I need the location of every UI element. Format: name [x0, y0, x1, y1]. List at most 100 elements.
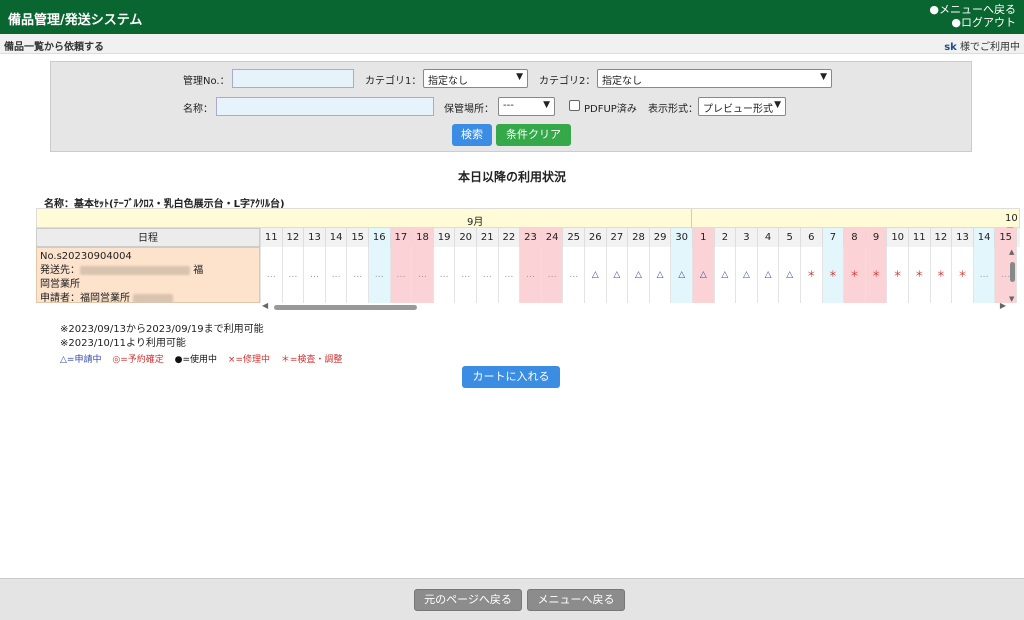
applicant-line: 申請者：福岡営業所 — [40, 292, 256, 303]
day-header-cell: 15 — [994, 228, 1016, 247]
add-to-cart-button[interactable]: カートに入れる — [462, 366, 560, 388]
vertical-scrollbar[interactable]: ▲ ▼ — [1008, 248, 1018, 303]
day-status-cell[interactable]: … — [346, 247, 368, 303]
mgmt-no-input[interactable] — [232, 69, 354, 88]
usage-calendar: 9月 10月 日程 111213141516171819202122232425… — [36, 208, 1020, 303]
day-status-cell[interactable]: … — [368, 247, 390, 303]
day-header-cell: 2 — [713, 228, 736, 247]
day-status-cell[interactable]: ＊ — [843, 247, 865, 303]
day-header-cell: 26 — [584, 228, 606, 247]
logout-link[interactable]: ●ログアウト — [929, 16, 1016, 29]
day-status-cell[interactable]: ＊ — [886, 247, 908, 303]
day-status-cell[interactable]: … — [281, 247, 304, 303]
day-status-cell[interactable]: … — [562, 247, 584, 303]
day-status-cell[interactable]: … — [476, 247, 498, 303]
month-divider — [691, 209, 692, 229]
day-status-cell[interactable]: △ — [584, 247, 606, 303]
day-status-cell[interactable]: ＊ — [951, 247, 973, 303]
day-status-cell[interactable]: ＊ — [821, 247, 844, 303]
display-format-select[interactable]: プレビュー形式 ▼ — [698, 97, 786, 116]
day-status-cell[interactable]: ＊ — [908, 247, 930, 303]
day-header-cell: 11 — [908, 228, 930, 247]
scroll-right-icon[interactable]: ▶ — [1000, 301, 1006, 310]
destination-line2: 岡営業所 — [40, 279, 80, 290]
horizontal-scrollbar[interactable]: ◀ ▶ — [260, 301, 1008, 312]
day-status-cell[interactable]: △ — [735, 247, 757, 303]
scroll-down-icon[interactable]: ▼ — [1009, 295, 1014, 303]
search-button[interactable]: 検索 — [452, 124, 492, 146]
pdfup-checkbox[interactable] — [569, 100, 580, 111]
category2-select[interactable]: 指定なし ▼ — [597, 69, 832, 88]
sub-header: 備品一覧から依頼する sk 様でご利用中 — [0, 34, 1024, 54]
day-status-cell[interactable]: △ — [778, 247, 800, 303]
day-header-cell: 7 — [821, 228, 844, 247]
scroll-left-icon[interactable]: ◀ — [262, 301, 268, 310]
day-header-cell: 27 — [605, 228, 628, 247]
day-status-cell[interactable]: △ — [713, 247, 736, 303]
day-status-cell[interactable]: … — [411, 247, 433, 303]
name-input[interactable] — [216, 97, 434, 116]
day-header-cell: 8 — [843, 228, 865, 247]
day-status-cell[interactable]: … — [432, 247, 455, 303]
day-header-cell: 24 — [540, 228, 563, 247]
day-header-cell: 19 — [432, 228, 455, 247]
item-number: No.s20230904004 — [40, 251, 132, 262]
redacted-text — [80, 265, 190, 275]
day-status-cell[interactable]: ＊ — [864, 247, 887, 303]
day-status-cell[interactable]: … — [519, 247, 541, 303]
day-header-cell: 15 — [346, 228, 368, 247]
scroll-thumb[interactable] — [1010, 262, 1015, 282]
day-status-cell[interactable]: △ — [670, 247, 692, 303]
day-status-cell[interactable]: … — [497, 247, 520, 303]
day-status-cell[interactable]: △ — [692, 247, 714, 303]
day-status-cell[interactable]: ＊ — [800, 247, 822, 303]
search-panel: 管理No.： カテゴリ1： 指定なし ▼ カテゴリ2： 指定なし ▼ 名称： 保… — [50, 61, 972, 152]
chevron-down-icon: ▼ — [516, 72, 523, 82]
day-header-cell: 30 — [670, 228, 692, 247]
day-status-cell[interactable]: ＊ — [929, 247, 952, 303]
day-status-cell[interactable]: … — [303, 247, 325, 303]
day-header-cell: 3 — [735, 228, 757, 247]
legend-reserved: ◎=予約確定 — [112, 355, 164, 365]
day-status-cell[interactable]: … — [324, 247, 347, 303]
day-header-cell: 10 — [886, 228, 908, 247]
menu-link[interactable]: ●メニューへ戻る — [929, 3, 1016, 16]
day-header-cell: 16 — [368, 228, 390, 247]
day-header-cell: 12 — [281, 228, 304, 247]
category1-value: 指定なし — [428, 76, 468, 87]
back-to-menu-button[interactable]: メニューへ戻る — [527, 589, 625, 611]
day-status-cell[interactable]: △ — [627, 247, 649, 303]
day-status-cell[interactable]: △ — [648, 247, 671, 303]
legend-inspect: ＊=検査・調整 — [280, 355, 343, 365]
day-status-cell[interactable]: … — [389, 247, 412, 303]
schedule-header: 日程 — [36, 228, 260, 247]
app-header: 備品管理/発送システム ●メニューへ戻る ●ログアウト — [0, 0, 1024, 34]
chevron-down-icon: ▼ — [543, 100, 550, 110]
day-status-cell[interactable]: … — [260, 247, 282, 303]
destination-tail: 福 — [193, 265, 204, 276]
day-status-cell[interactable]: … — [540, 247, 563, 303]
scroll-thumb[interactable] — [274, 305, 417, 310]
legend-repair: ×=修理中 — [227, 355, 270, 365]
category1-select[interactable]: 指定なし ▼ — [423, 69, 528, 88]
day-header-cell: 29 — [648, 228, 671, 247]
day-status-cell[interactable]: … — [454, 247, 476, 303]
day-status-cell[interactable]: … — [972, 247, 995, 303]
day-header-cell: 17 — [389, 228, 412, 247]
day-status-cell[interactable]: △ — [605, 247, 628, 303]
storage-select[interactable]: --- ▼ — [498, 97, 555, 116]
day-status-cell[interactable]: △ — [756, 247, 779, 303]
day-header-cell: 9 — [864, 228, 887, 247]
legend-applying: △=申請中 — [60, 355, 102, 365]
breadcrumb: 備品一覧から依頼する — [4, 42, 104, 53]
display-format-label: 表示形式： — [648, 104, 698, 115]
availability-note-1: ※2023/09/13から2023/09/19まで利用可能 — [60, 324, 264, 335]
category2-label: カテゴリ2： — [539, 76, 596, 87]
back-to-previous-button[interactable]: 元のページへ戻る — [414, 589, 522, 611]
chevron-down-icon: ▼ — [820, 72, 827, 82]
clear-conditions-button[interactable]: 条件クリア — [496, 124, 571, 146]
status-mark-row: ………………………………………△△△△△△△△△△＊＊＊＊＊＊＊＊……… — [260, 247, 1020, 303]
month-row: 9月 10月 — [36, 208, 1020, 239]
scroll-up-icon[interactable]: ▲ — [1009, 248, 1014, 256]
app-title: 備品管理/発送システム — [8, 13, 143, 28]
